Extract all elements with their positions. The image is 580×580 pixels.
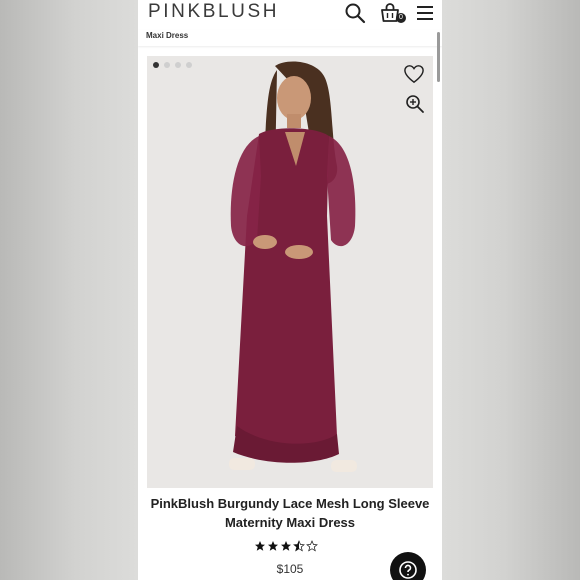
blurred-background-left xyxy=(0,0,138,580)
site-header: PINKBLUSH 0 xyxy=(138,0,442,30)
star-half-icon xyxy=(293,540,305,552)
heart-icon[interactable] xyxy=(403,64,425,84)
gallery-pagination xyxy=(153,62,192,68)
gallery-dot[interactable] xyxy=(164,62,170,68)
gallery-dot[interactable] xyxy=(186,62,192,68)
breadcrumb-item[interactable]: Maxi Dress xyxy=(146,31,188,40)
star-full-icon xyxy=(267,540,279,552)
menu-icon[interactable] xyxy=(414,2,436,24)
product-title-line: PinkBlush Burgundy Lace Mesh Long Sleeve xyxy=(150,496,430,511)
site-logo[interactable]: PINKBLUSH xyxy=(148,1,279,23)
star-full-icon xyxy=(254,540,266,552)
search-icon[interactable] xyxy=(344,2,366,24)
product-rating[interactable] xyxy=(254,540,318,552)
cart-count-badge: 0 xyxy=(396,13,406,23)
product-photo xyxy=(229,61,357,472)
gallery-dot[interactable] xyxy=(153,62,159,68)
gallery-dot[interactable] xyxy=(175,62,181,68)
product-title: PinkBlush Burgundy Lace Mesh Long Sleeve… xyxy=(142,494,438,532)
help-button[interactable] xyxy=(390,552,426,580)
blurred-background-right xyxy=(442,0,580,580)
zoom-in-icon[interactable] xyxy=(405,94,425,114)
product-title-line: Maternity Maxi Dress xyxy=(224,515,356,530)
star-empty-icon xyxy=(306,540,318,552)
product-image-gallery[interactable] xyxy=(147,56,433,488)
scrollbar-thumb[interactable] xyxy=(437,32,440,82)
star-full-icon xyxy=(280,540,292,552)
breadcrumb: Maxi Dress xyxy=(138,30,442,46)
phone-screen: PINKBLUSH 0 Maxi Dress PinkBlush Burgund… xyxy=(138,0,442,580)
question-mark-icon xyxy=(399,561,417,579)
